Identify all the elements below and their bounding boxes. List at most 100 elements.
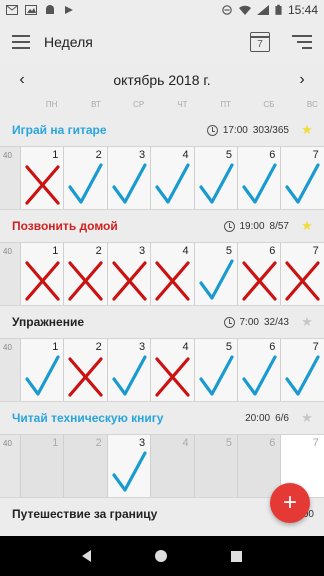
cross-mark-icon (112, 261, 147, 301)
sort-icon[interactable] (292, 35, 312, 49)
habit-name: Читай техническую книгу (12, 411, 164, 425)
check-mark-icon (198, 355, 234, 396)
habit-item[interactable]: Читай техническую книгу 20:00 6/6 ★ 40 1 2 3 4 5 6… (0, 402, 324, 498)
day-cell[interactable]: 7 (280, 243, 324, 305)
star-icon[interactable]: ★ (300, 122, 314, 138)
check-mark-icon (68, 163, 103, 204)
next-month-button[interactable]: › (294, 71, 310, 89)
day-cell[interactable]: 4 (150, 243, 194, 305)
day-cell[interactable]: 2 (63, 243, 107, 305)
habit-progress: 303/365 (252, 124, 289, 136)
day-cell[interactable]: 4 (150, 147, 194, 209)
habit-item[interactable]: Упражнение 7:00 32/43 ★ 40 1 2 3 4 5 6 7 (0, 306, 324, 402)
recents-icon[interactable] (231, 550, 242, 562)
day-cell[interactable]: 3 (106, 147, 151, 209)
day-cell[interactable]: 5 (193, 147, 237, 209)
habit-header[interactable]: Упражнение 7:00 32/43 ★ (0, 306, 324, 338)
weekday-label: ВС (306, 100, 318, 109)
gmail-icon (6, 5, 18, 15)
day-number: 6 (269, 245, 276, 257)
alarm-clock-icon (223, 316, 235, 328)
check-mark-icon (112, 355, 147, 396)
check-mark-icon (242, 355, 277, 396)
habit-progress: 32/43 (263, 316, 289, 328)
day-cell[interactable]: 2 (63, 147, 107, 209)
calendar-today-button[interactable]: 7 (250, 32, 270, 52)
day-cell[interactable]: 1 (20, 147, 64, 209)
week-number: 40 (0, 147, 20, 209)
day-cell[interactable]: 1 (20, 339, 64, 401)
week-number: 40 (0, 435, 20, 497)
habit-name: Упражнение (12, 315, 84, 329)
day-number: 2 (95, 437, 102, 449)
habit-reminder-time: 7:00 (239, 316, 259, 328)
back-icon[interactable] (82, 550, 91, 562)
check-mark-icon (155, 163, 190, 204)
weekday-label: ПТ (220, 100, 231, 109)
cross-mark-icon (242, 261, 277, 301)
day-number: 6 (269, 341, 276, 353)
day-number: 3 (139, 149, 146, 161)
prev-month-button[interactable]: ‹ (14, 71, 30, 89)
status-bar: 15:44 (0, 0, 324, 20)
day-cell[interactable]: 6 (236, 339, 281, 401)
day-cell[interactable]: 2 (63, 435, 106, 497)
day-cell[interactable]: 2 (63, 339, 107, 401)
weekday-label: ЧТ (177, 100, 188, 109)
alarm-clock-icon (223, 220, 235, 232)
habit-list: Играй на гитаре 17:00 303/365 ★ 40 1 2 3 4 5 6 7 Поз… (0, 114, 324, 536)
day-cell[interactable]: 5 (193, 435, 237, 497)
cross-mark-icon (155, 357, 190, 397)
day-cell[interactable]: 5 (193, 339, 237, 401)
day-cell[interactable]: 5 (193, 243, 237, 305)
day-cell[interactable]: 7 (280, 339, 324, 401)
check-mark-icon (112, 451, 147, 492)
day-cell[interactable]: 7 (280, 147, 324, 209)
week-number: 40 (0, 243, 20, 305)
home-icon[interactable] (155, 550, 167, 562)
check-mark-icon (285, 163, 320, 204)
check-mark-icon (198, 163, 234, 204)
day-cell[interactable]: 6 (236, 435, 280, 497)
day-number: 2 (95, 341, 102, 353)
day-cell[interactable]: 4 (150, 435, 193, 497)
habit-progress: 6/6 (275, 412, 289, 424)
habit-header[interactable]: Играй на гитаре 17:00 303/365 ★ (0, 114, 324, 146)
cross-mark-icon (25, 261, 60, 301)
cross-mark-icon (25, 165, 60, 205)
check-mark-icon (242, 163, 277, 204)
day-number: 5 (225, 437, 232, 449)
day-cell[interactable]: 6 (236, 147, 281, 209)
habit-reminder-time: 19:00 (239, 220, 265, 232)
habit-header[interactable]: Читай техническую книгу 20:00 6/6 ★ (0, 402, 324, 434)
cross-mark-icon (155, 261, 190, 301)
add-habit-button[interactable]: + (270, 483, 310, 523)
battery-icon (275, 4, 282, 15)
day-cell[interactable]: 3 (106, 435, 151, 497)
image-icon (25, 5, 37, 15)
day-cell[interactable]: 4 (150, 339, 194, 401)
day-cell[interactable]: 1 (20, 435, 63, 497)
habit-item[interactable]: Играй на гитаре 17:00 303/365 ★ 40 1 2 3 4 5 6 7 (0, 114, 324, 210)
day-cell[interactable]: 3 (106, 339, 151, 401)
habit-meta: 17:00 303/365 ★ (206, 122, 314, 138)
habit-name: Играй на гитаре (12, 123, 107, 137)
star-icon[interactable]: ★ (300, 218, 314, 234)
day-number: 3 (139, 245, 146, 257)
day-cell[interactable]: 6 (236, 243, 281, 305)
day-cell[interactable]: 3 (106, 243, 151, 305)
habit-header[interactable]: Позвонить домой 19:00 8/57 ★ (0, 210, 324, 242)
status-time: 15:44 (287, 3, 318, 17)
android-icon (46, 5, 54, 14)
habit-week-row: 40 1 2 3 4 5 6 7 (0, 242, 324, 306)
star-icon[interactable]: ★ (300, 314, 314, 330)
menu-icon[interactable] (12, 35, 30, 49)
day-cell[interactable]: 1 (20, 243, 64, 305)
day-number: 4 (182, 149, 189, 161)
day-number: 5 (225, 245, 232, 257)
week-number: 40 (0, 339, 20, 401)
app-bar: Неделя 7 (0, 20, 324, 64)
star-icon[interactable]: ★ (300, 410, 314, 426)
day-number: 2 (95, 149, 102, 161)
habit-item[interactable]: Позвонить домой 19:00 8/57 ★ 40 1 2 3 4 5 6 7 (0, 210, 324, 306)
